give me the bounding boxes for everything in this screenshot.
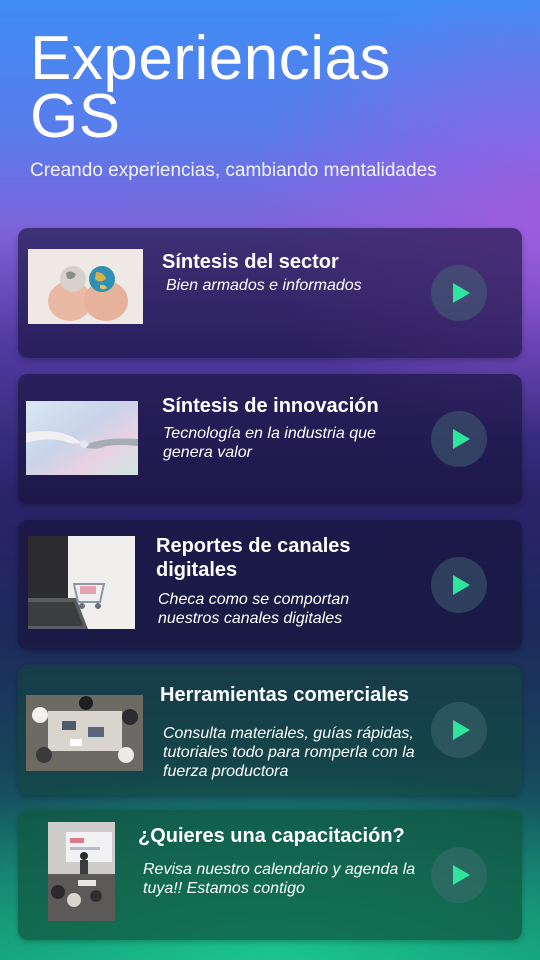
card-description: Checa como se comportan nuestros canales… — [158, 591, 350, 627]
card-title: Síntesis de innovación — [162, 395, 379, 417]
card-herramientas-comerciales[interactable]: Herramientas comerciales Consulta materi… — [18, 665, 522, 795]
card-sintesis-sector[interactable]: Síntesis del sector Bien armados e infor… — [18, 228, 522, 358]
globe-hands-image — [28, 249, 143, 324]
card-title: Síntesis del sector — [162, 251, 339, 273]
play-icon — [452, 865, 470, 885]
page-subtitle: Creando experiencias, cambiando mentalid… — [30, 160, 437, 181]
play-button[interactable] — [431, 265, 487, 321]
play-button[interactable] — [431, 702, 487, 758]
robot-human-hands-image — [26, 401, 138, 475]
card-reportes-canales[interactable]: Reportes de canales digitales Checa como… — [18, 520, 522, 650]
team-meeting-image — [26, 695, 143, 771]
play-icon — [452, 429, 470, 449]
card-sintesis-innovacion[interactable]: Síntesis de innovación Tecnología en la … — [18, 374, 522, 504]
play-button[interactable] — [431, 557, 487, 613]
card-title: ¿Quieres una capacitación? — [138, 825, 405, 847]
play-button[interactable] — [431, 847, 487, 903]
play-icon — [452, 575, 470, 595]
play-icon — [452, 283, 470, 303]
card-description: Bien armados e informados — [166, 277, 362, 294]
laptop-cart-image — [28, 536, 135, 629]
page-title-line-2: GS — [30, 82, 121, 151]
card-description: Revisa nuestro calendario y agenda la tu… — [143, 861, 416, 897]
card-title: Reportes de canales digitales — [156, 535, 351, 581]
play-button[interactable] — [431, 411, 487, 467]
hero: Experiencias GS Creando experiencias, ca… — [30, 28, 520, 182]
page-title: Experiencias GS — [30, 28, 520, 148]
card-capacitacion[interactable]: ¿Quieres una capacitación? Revisa nuestr… — [18, 810, 522, 940]
card-title: Herramientas comerciales — [160, 684, 410, 706]
card-description: Tecnología en la industria que genera va… — [163, 425, 376, 461]
play-icon — [452, 720, 470, 740]
training-session-image — [48, 822, 115, 921]
card-description: Consulta materiales, guías rápidas, tuto… — [163, 725, 415, 780]
